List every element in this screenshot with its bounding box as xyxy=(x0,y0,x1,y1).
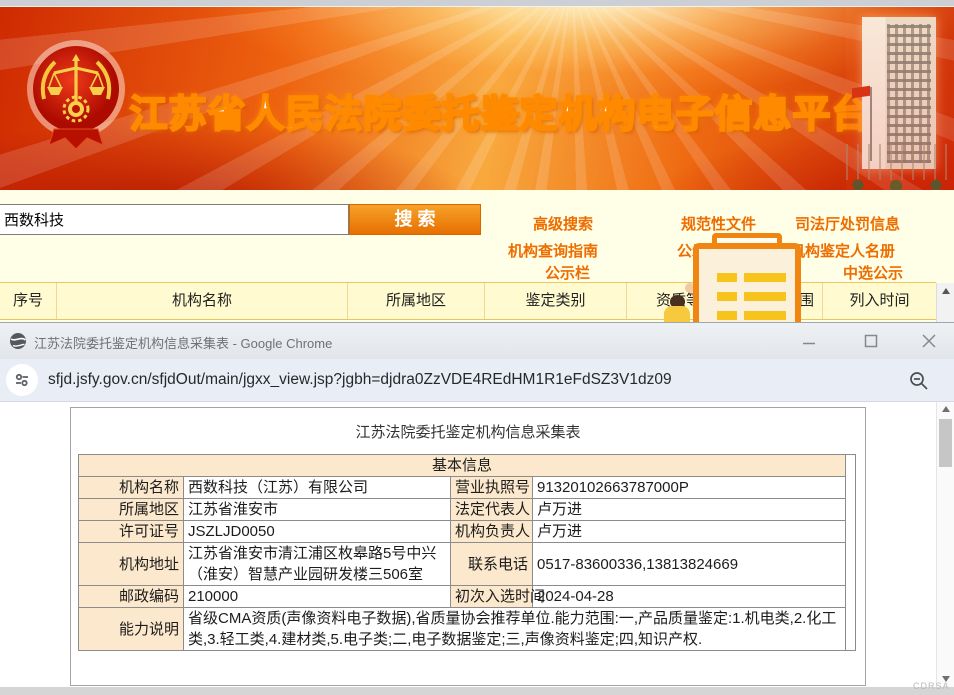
value-institution-head: 卢万进 xyxy=(533,521,846,543)
page-scrollbar[interactable] xyxy=(936,283,954,322)
label-address: 机构地址 xyxy=(79,543,184,586)
col-institution-name: 机构名称 xyxy=(57,283,348,319)
link-selection-announcement[interactable]: 中选公示 xyxy=(843,262,903,283)
value-region: 江苏省淮安市 xyxy=(184,499,451,521)
link-advanced-search[interactable]: 高级搜索 xyxy=(533,213,593,234)
search-button[interactable]: 搜 索 xyxy=(349,204,481,235)
col-seq: 序号 xyxy=(0,283,57,319)
site-settings-chip[interactable] xyxy=(6,364,38,396)
chrome-popup-window: 江苏法院委托鉴定机构信息采集表 - Google Chrome sfjd.jsf… xyxy=(0,322,954,695)
label-business-license: 营业执照号 xyxy=(451,477,533,499)
section-row: 基本信息 xyxy=(79,455,856,477)
globe-icon xyxy=(9,332,27,350)
value-institution-name: 西数科技（江苏）有限公司 xyxy=(184,477,451,499)
popup-scrollbar[interactable] xyxy=(936,402,954,687)
tune-icon xyxy=(13,371,31,389)
link-public-notice-board[interactable]: 公示栏 xyxy=(545,262,590,283)
site-banner: 江苏省人民法院委托鉴定机构电子信息平台 xyxy=(0,7,954,190)
label-license-number: 许可证号 xyxy=(79,521,184,543)
table-row: 机构名称 西数科技（江苏）有限公司 营业执照号 9132010266378700… xyxy=(79,477,856,499)
label-institution-name: 机构名称 xyxy=(79,477,184,499)
table-gap-column xyxy=(846,455,856,651)
scroll-up-icon[interactable] xyxy=(942,406,950,412)
link-appraiser-roster[interactable]: 机构鉴定人名册 xyxy=(790,240,895,261)
col-region: 所属地区 xyxy=(348,283,485,319)
maximize-button[interactable] xyxy=(855,327,887,355)
table-row: 机构地址 江苏省淮安市清江浦区枚皋路5号中兴（淮安）智慧产业园研发楼三506室 … xyxy=(79,543,856,586)
label-region: 所属地区 xyxy=(79,499,184,521)
table-row: 许可证号 JSZLJD0050 机构负责人 卢万进 xyxy=(79,521,856,543)
table-row: 邮政编码 210000 初次入选时间 2024-04-28 xyxy=(79,586,856,608)
value-address: 江苏省淮安市清江浦区枚皋路5号中兴（淮安）智慧产业园研发楼三506室 xyxy=(184,543,451,586)
value-ability: 省级CMA资质(声像资料电子数据),省质量协会推荐单位.能力范围:一,产品质量鉴… xyxy=(184,608,846,651)
screen: 江苏省人民法院委托鉴定机构电子信息平台 搜 索 高级搜索 规范性文件 司法厅处罚… xyxy=(0,0,954,695)
table-row: 能力说明 省级CMA资质(声像资料电子数据),省质量协会推荐单位.能力范围:一,… xyxy=(79,608,856,651)
close-button[interactable] xyxy=(913,327,945,355)
value-business-license: 91320102663787000P xyxy=(533,477,846,499)
zoom-out-icon[interactable] xyxy=(908,370,930,392)
search-input[interactable] xyxy=(0,204,349,235)
url-bar[interactable]: sfjd.jsfy.gov.cn/sfjdOut/main/jgxx_view.… xyxy=(0,359,954,402)
value-license-number: JSZLJD0050 xyxy=(184,521,451,543)
link-normative-documents[interactable]: 规范性文件 xyxy=(681,213,756,234)
url-text[interactable]: sfjd.jsfy.gov.cn/sfjdOut/main/jgxx_view.… xyxy=(48,371,672,389)
form-title: 江苏法院委托鉴定机构信息采集表 xyxy=(71,421,865,442)
table-row: 所属地区 江苏省淮安市 法定代表人 卢万进 xyxy=(79,499,856,521)
window-bottom-edge xyxy=(0,687,954,695)
search-page: 搜 索 高级搜索 规范性文件 司法厅处罚信息 机构查询指南 公示栏 机构鉴定人名… xyxy=(0,190,954,330)
court-emblem-icon xyxy=(24,37,128,159)
label-postal-code: 邮政编码 xyxy=(79,586,184,608)
site-title: 江苏省人民法院委托鉴定机构电子信息平台 xyxy=(118,83,882,138)
mascot-body xyxy=(664,306,690,322)
courthouse-building-image xyxy=(846,7,954,190)
col-listing-date: 列入时间 xyxy=(823,283,936,319)
basic-info-table: 基本信息 机构名称 西数科技（江苏）有限公司 营业执照号 91320102663… xyxy=(78,454,856,651)
col-appraisal-category: 鉴定类别 xyxy=(485,283,627,319)
label-legal-representative: 法定代表人 xyxy=(451,499,533,521)
value-legal-representative: 卢万进 xyxy=(533,499,846,521)
label-phone: 联系电话 xyxy=(451,543,533,586)
popup-content: 江苏法院委托鉴定机构信息采集表 基本信息 机构名称 西数科技（江苏）有限公司 营… xyxy=(0,402,954,687)
label-first-selection-date: 初次入选时间 xyxy=(451,586,533,608)
info-form: 江苏法院委托鉴定机构信息采集表 基本信息 机构名称 西数科技（江苏）有限公司 营… xyxy=(70,407,866,686)
popup-window-title: 江苏法院委托鉴定机构信息采集表 - Google Chrome xyxy=(34,333,332,352)
label-institution-head: 机构负责人 xyxy=(451,521,533,543)
minimize-button[interactable] xyxy=(793,327,825,355)
link-institution-query-guide[interactable]: 机构查询指南 xyxy=(508,240,598,261)
section-header: 基本信息 xyxy=(79,455,846,477)
window-top-edge xyxy=(0,0,954,7)
value-first-selection-date: 2024-04-28 xyxy=(533,586,846,608)
scroll-up-icon[interactable] xyxy=(942,288,950,294)
popup-titlebar[interactable]: 江苏法院委托鉴定机构信息采集表 - Google Chrome xyxy=(0,322,954,359)
scrollbar-thumb[interactable] xyxy=(939,419,952,467)
watermark: CDRSA xyxy=(913,681,950,691)
link-justice-dept-penalties[interactable]: 司法厅处罚信息 xyxy=(795,213,900,234)
label-ability: 能力说明 xyxy=(79,608,184,651)
value-phone: 0517-83600336,13813824669 xyxy=(533,543,846,586)
value-postal-code: 210000 xyxy=(184,586,451,608)
